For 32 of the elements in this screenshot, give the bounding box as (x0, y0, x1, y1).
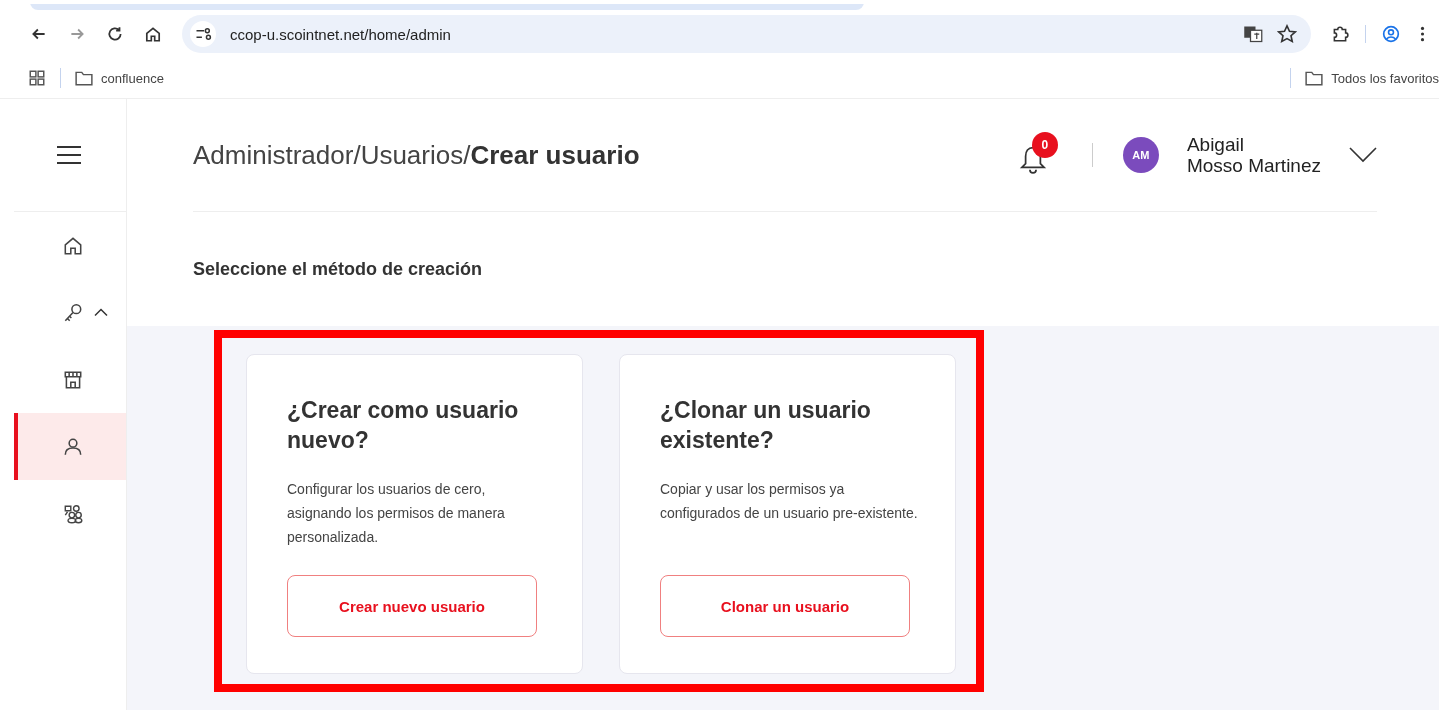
sidebar-item[interactable] (14, 413, 126, 480)
translate-icon[interactable] (1243, 24, 1263, 44)
home-icon[interactable] (144, 25, 162, 43)
reload-icon[interactable] (106, 25, 124, 43)
users-group-icon (62, 502, 84, 525)
menu-icon[interactable] (56, 145, 82, 165)
extensions-icon[interactable] (1331, 25, 1349, 43)
section-title: Seleccione el método de creación (193, 257, 484, 281)
breadcrumb: Administrador/Usuarios/Crear usuario (193, 139, 640, 171)
apps-grid-icon[interactable] (28, 69, 46, 87)
menu-dots-icon[interactable] (1420, 25, 1425, 43)
star-icon[interactable] (1277, 24, 1297, 44)
key-icon (62, 301, 84, 324)
card-title: ¿Crear como usuario nuevo? (287, 396, 520, 455)
chevron-down-icon[interactable] (1349, 147, 1377, 163)
card-description: Configurar los usuarios de cero, asignando los permisos de manera personalizada. (287, 480, 506, 547)
folder-icon (75, 70, 93, 86)
site-settings-icon[interactable] (190, 21, 216, 47)
folder-icon (1305, 70, 1324, 86)
notification-count: 0 (1031, 132, 1058, 158)
user-name: Abigail Mosso Martinez (1186, 134, 1321, 176)
address-bar[interactable]: ccop-u.scointnet.net/home/admin (182, 15, 1311, 53)
action-button[interactable]: Crear nuevo usuario (287, 575, 537, 637)
bookmark-folder[interactable]: confluence (75, 70, 164, 86)
all-bookmarks-folder[interactable]: Todos los favoritos (1305, 70, 1439, 86)
card-title: ¿Clonar un usuario existente? (660, 396, 872, 455)
profile-icon[interactable] (1382, 25, 1400, 43)
card-description: Copiar y usar los permisos ya configurados de un usuario pre-existente. (660, 480, 919, 523)
caret-icon[interactable] (94, 308, 108, 317)
user-avatar[interactable]: AM (1122, 137, 1159, 173)
action-button[interactable]: Clonar un usuario (660, 575, 910, 637)
url-text: ccop-u.scointnet.net/home/admin (230, 25, 452, 43)
